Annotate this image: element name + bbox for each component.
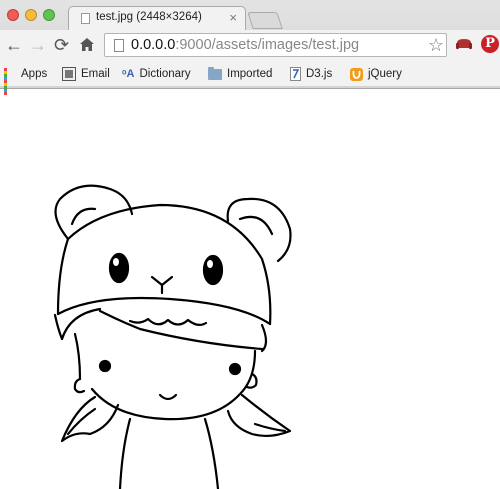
forward-arrow-icon[interactable]: → [29,34,47,56]
bookmark-apps[interactable]: Apps [4,65,48,95]
dictionary-icon: ᵒA [122,68,135,80]
bookmark-dictionary[interactable]: ᵒA Dictionary [122,65,191,83]
bookmark-page-icon [290,67,301,81]
bookmark-star-icon[interactable]: ☆ [428,35,444,56]
new-tab-button[interactable] [247,12,283,29]
bookmark-email[interactable]: Email [62,65,110,83]
tab-title: test.jpg (2448×3264) [96,11,202,23]
bookmark-label: jQuery [368,68,402,80]
folder-icon [208,66,222,80]
url-host: 0.0.0.0 [131,37,176,53]
address-bar[interactable]: 0.0.0.0:9000/assets/images/test.jpg ☆ [104,33,447,57]
url-text[interactable]: 0.0.0.0:9000/assets/images/test.jpg [131,37,359,53]
toolbar: ← → ⟳ 0.0.0.0:9000/assets/images/test.jp… [0,30,500,62]
bookmark-label: Imported [227,68,273,80]
window-maximize-button[interactable] [43,9,55,21]
browser-chrome: test.jpg (2448×3264) × ← → ⟳ 0.0.0.0:900… [0,0,500,95]
apps-grid-icon [4,68,16,95]
page-icon [81,13,90,24]
pinterest-icon[interactable]: P [481,35,499,53]
girl-face-drawing [60,307,268,421]
jquery-icon [350,67,363,81]
bookmark-label: Dictionary [139,68,191,80]
bookmarks-bar: Apps Email ᵒA Dictionary Imported D3.js [0,62,500,95]
back-arrow-icon[interactable]: ← [5,34,23,56]
tab-active[interactable]: test.jpg (2448×3264) × [68,6,246,30]
window-close-button[interactable] [7,9,19,21]
window-minimize-button[interactable] [25,9,37,21]
bookmark-imported[interactable]: Imported [208,65,272,83]
extension-sofa-icon[interactable] [455,36,473,52]
home-icon[interactable] [79,37,95,52]
tab-close-icon[interactable]: × [229,10,237,25]
bookmark-jquery[interactable]: jQuery [350,65,402,83]
reload-icon[interactable]: ⟳ [54,34,69,56]
email-icon [62,67,76,81]
image-content [53,184,292,489]
bear-hat-drawing [53,184,292,341]
body-drawing [118,417,220,489]
page-icon [114,39,124,52]
bookmark-label: Apps [21,68,48,80]
bookmark-label: D3.js [306,68,333,80]
bookmark-d3js[interactable]: D3.js [290,65,332,83]
url-path: :9000/assets/images/test.jpg [175,37,360,53]
bookmark-label: Email [81,68,110,80]
